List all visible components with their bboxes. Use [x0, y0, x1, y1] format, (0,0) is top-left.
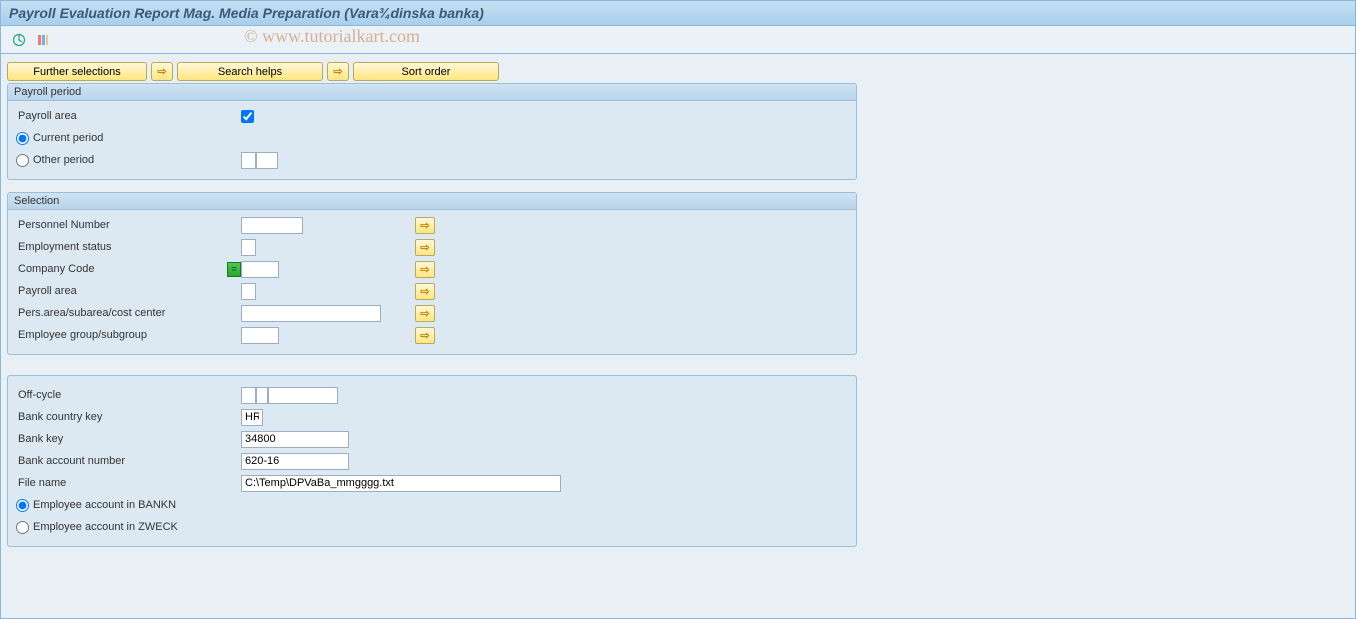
employee-bankn-label: Employee account in BANKN: [33, 499, 176, 511]
file-name-input[interactable]: [241, 475, 561, 492]
selection-toolbar: Further selections ⇨ Search helps ⇨ Sort…: [7, 62, 1349, 81]
selection-options-icon[interactable]: =: [227, 262, 241, 277]
payroll-area-checkbox[interactable]: [241, 110, 254, 123]
bank-key-input[interactable]: [241, 431, 349, 448]
personnel-number-multi-button[interactable]: ⇨: [415, 217, 435, 234]
current-period-radio-wrap[interactable]: Current period: [16, 132, 103, 145]
sort-order-arrow-button[interactable]: ⇨: [327, 62, 349, 81]
search-helps-arrow-button[interactable]: ⇨: [151, 62, 173, 81]
pers-area-input[interactable]: [241, 305, 381, 322]
off-cycle-input-2[interactable]: [256, 387, 268, 404]
app-toolbar: [0, 26, 1356, 54]
employee-bankn-radio-wrap[interactable]: Employee account in BANKN: [16, 499, 176, 512]
employee-zweck-label: Employee account in ZWECK: [33, 521, 178, 533]
pers-area-multi-button[interactable]: ⇨: [415, 305, 435, 322]
employee-group-input[interactable]: [241, 327, 279, 344]
sort-order-button[interactable]: Sort order: [353, 62, 499, 81]
further-selections-button[interactable]: Further selections: [7, 62, 147, 81]
execute-icon[interactable]: [9, 31, 29, 49]
arrow-right-icon: ⇨: [333, 65, 342, 78]
payroll-area-label: Payroll area: [16, 110, 241, 122]
company-code-label: Company Code: [16, 263, 227, 275]
employment-status-multi-button[interactable]: ⇨: [415, 239, 435, 256]
arrow-right-icon: ⇨: [420, 285, 429, 298]
pers-area-label: Pers.area/subarea/cost center: [16, 307, 241, 319]
bank-country-key-input[interactable]: [241, 409, 263, 426]
file-name-label: File name: [16, 477, 241, 489]
arrow-right-icon: ⇨: [157, 65, 166, 78]
arrow-right-icon: ⇨: [420, 241, 429, 254]
employee-group-multi-button[interactable]: ⇨: [415, 327, 435, 344]
company-code-multi-button[interactable]: ⇨: [415, 261, 435, 278]
bank-account-number-label: Bank account number: [16, 455, 241, 467]
payroll-area-sel-input[interactable]: [241, 283, 256, 300]
employment-status-label: Employment status: [16, 241, 241, 253]
payroll-area-sel-label: Payroll area: [16, 285, 241, 297]
off-cycle-input-1[interactable]: [241, 387, 256, 404]
payroll-period-group: Payroll period Payroll area Current peri…: [7, 83, 857, 180]
selection-group: Selection Personnel Number ⇨ Employment …: [7, 192, 857, 355]
arrow-right-icon: ⇨: [420, 307, 429, 320]
personnel-number-label: Personnel Number: [16, 219, 241, 231]
page-title: Payroll Evaluation Report Mag. Media Pre…: [0, 0, 1356, 26]
sort-order-label: Sort order: [402, 66, 451, 78]
arrow-right-icon: ⇨: [420, 219, 429, 232]
details-group: Off-cycle Bank country key Bank key Bank…: [7, 375, 857, 547]
payroll-area-sel-multi-button[interactable]: ⇨: [415, 283, 435, 300]
off-cycle-input-3[interactable]: [268, 387, 338, 404]
bank-account-number-input[interactable]: [241, 453, 349, 470]
search-helps-button[interactable]: Search helps: [177, 62, 323, 81]
other-period-input-2[interactable]: [256, 152, 278, 169]
current-period-radio[interactable]: [16, 132, 29, 145]
arrow-right-icon: ⇨: [420, 329, 429, 342]
further-selections-label: Further selections: [33, 66, 120, 78]
variant-icon[interactable]: [33, 31, 53, 49]
selection-header: Selection: [8, 193, 856, 210]
content-area: Further selections ⇨ Search helps ⇨ Sort…: [0, 54, 1356, 619]
employee-group-label: Employee group/subgroup: [16, 329, 241, 341]
other-period-radio[interactable]: [16, 154, 29, 167]
off-cycle-label: Off-cycle: [16, 389, 241, 401]
employee-zweck-radio-wrap[interactable]: Employee account in ZWECK: [16, 521, 178, 534]
employee-bankn-radio[interactable]: [16, 499, 29, 512]
payroll-period-header: Payroll period: [8, 84, 856, 101]
search-helps-label: Search helps: [218, 66, 282, 78]
bank-country-key-label: Bank country key: [16, 411, 241, 423]
other-period-radio-wrap[interactable]: Other period: [16, 154, 94, 167]
arrow-right-icon: ⇨: [420, 263, 429, 276]
employee-zweck-radio[interactable]: [16, 521, 29, 534]
other-period-input-1[interactable]: [241, 152, 256, 169]
employment-status-input[interactable]: [241, 239, 256, 256]
current-period-label: Current period: [33, 132, 103, 144]
company-code-input[interactable]: [241, 261, 279, 278]
personnel-number-input[interactable]: [241, 217, 303, 234]
other-period-label: Other period: [33, 154, 94, 166]
bank-key-label: Bank key: [16, 433, 241, 445]
